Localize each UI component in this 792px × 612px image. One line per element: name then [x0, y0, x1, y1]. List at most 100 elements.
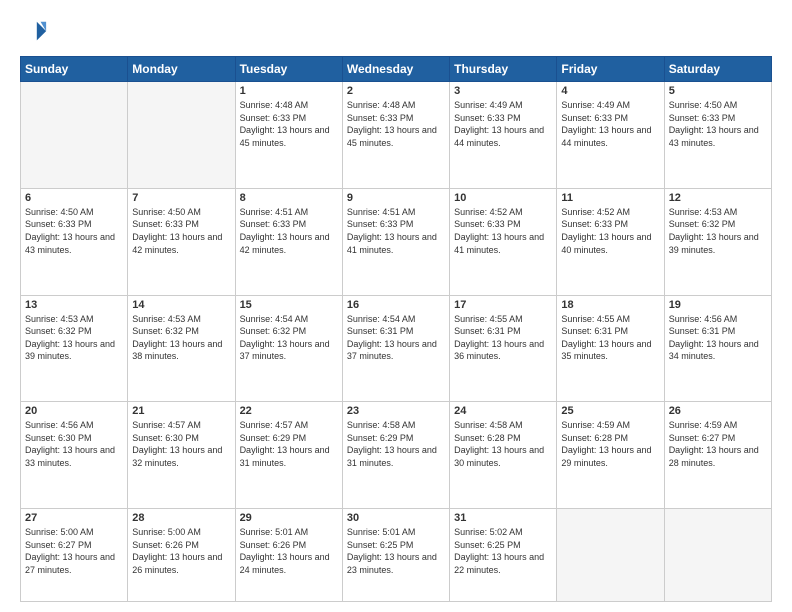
- calendar-cell: 26Sunrise: 4:59 AM Sunset: 6:27 PM Dayli…: [664, 402, 771, 509]
- day-number: 14: [132, 299, 230, 311]
- cell-sun-info: Sunrise: 4:52 AM Sunset: 6:33 PM Dayligh…: [454, 206, 552, 256]
- cell-sun-info: Sunrise: 4:49 AM Sunset: 6:33 PM Dayligh…: [454, 99, 552, 149]
- day-number: 25: [561, 405, 659, 417]
- logo: [20, 18, 52, 46]
- day-number: 13: [25, 299, 123, 311]
- calendar-cell: [21, 82, 128, 189]
- cell-sun-info: Sunrise: 4:49 AM Sunset: 6:33 PM Dayligh…: [561, 99, 659, 149]
- day-number: 19: [669, 299, 767, 311]
- calendar-cell: 20Sunrise: 4:56 AM Sunset: 6:30 PM Dayli…: [21, 402, 128, 509]
- calendar-table: SundayMondayTuesdayWednesdayThursdayFrid…: [20, 56, 772, 602]
- cell-sun-info: Sunrise: 4:55 AM Sunset: 6:31 PM Dayligh…: [454, 313, 552, 363]
- calendar-cell: 15 Sunrise: 4:54 AM Sunset: 6:32 PM Dayli…: [235, 295, 342, 402]
- cell-sun-info: Sunrise: 4:58 AM Sunset: 6:29 PM Dayligh…: [347, 419, 445, 469]
- day-number: 30: [347, 512, 445, 524]
- calendar-cell: 23 Sunrise: 4:58 AM Sunset: 6:29 PM Dayli…: [342, 402, 449, 509]
- day-number: 31: [454, 512, 552, 524]
- calendar-cell: 5 Sunrise: 4:50 AM Sunset: 6:33 PM Daylig…: [664, 82, 771, 189]
- calendar-cell: 28 Sunrise: 5:00 AM Sunset: 6:26 PM Dayli…: [128, 509, 235, 602]
- calendar-cell: 9 Sunrise: 4:51 AM Sunset: 6:33 PM Daylig…: [342, 188, 449, 295]
- cell-sun-info: Sunrise: 4:50 AM Sunset: 6:33 PM Dayligh…: [25, 206, 123, 256]
- cell-sun-info: Sunrise: 4:48 AM Sunset: 6:33 PM Dayligh…: [240, 99, 338, 149]
- calendar-cell: 17 Sunrise: 4:55 AM Sunset: 6:31 PM Dayli…: [450, 295, 557, 402]
- day-number: 12: [669, 192, 767, 204]
- day-number: 6: [25, 192, 123, 204]
- cell-sun-info: Sunrise: 4:53 AM Sunset: 6:32 PM Dayligh…: [669, 206, 767, 256]
- weekday-header-thursday: Thursday: [450, 57, 557, 82]
- calendar-cell: 12 Sunrise: 4:53 AM Sunset: 6:32 PM Dayli…: [664, 188, 771, 295]
- day-number: 3: [454, 85, 552, 97]
- cell-sun-info: Sunrise: 4:51 AM Sunset: 6:33 PM Dayligh…: [240, 206, 338, 256]
- cell-sun-info: Sunrise: 4:51 AM Sunset: 6:33 PM Dayligh…: [347, 206, 445, 256]
- calendar-cell: 25 Sunrise: 4:59 AM Sunset: 6:28 PM Dayli…: [557, 402, 664, 509]
- logo-icon: [20, 18, 48, 46]
- day-number: 18: [561, 299, 659, 311]
- week-row-5: 27 Sunrise: 5:00 AM Sunset: 6:27 PM Dayli…: [21, 509, 772, 602]
- cell-sun-info: Sunrise: 4:57 AM Sunset: 6:29 PM Dayligh…: [240, 419, 338, 469]
- cell-sun-info: Sunrise: 4:54 AM Sunset: 6:32 PM Dayligh…: [240, 313, 338, 363]
- day-number: 27: [25, 512, 123, 524]
- week-row-2: 6 Sunrise: 4:50 AM Sunset: 6:33 PM Daylig…: [21, 188, 772, 295]
- day-number: 23: [347, 405, 445, 417]
- week-row-1: 1 Sunrise: 4:48 AM Sunset: 6:33 PM Daylig…: [21, 82, 772, 189]
- page: SundayMondayTuesdayWednesdayThursdayFrid…: [0, 0, 792, 612]
- calendar-cell: 16 Sunrise: 4:54 AM Sunset: 6:31 PM Dayli…: [342, 295, 449, 402]
- day-number: 17: [454, 299, 552, 311]
- day-number: 11: [561, 192, 659, 204]
- calendar-cell: [128, 82, 235, 189]
- weekday-header-friday: Friday: [557, 57, 664, 82]
- cell-sun-info: Sunrise: 4:59 AM Sunset: 6:28 PM Dayligh…: [561, 419, 659, 469]
- weekday-header-wednesday: Wednesday: [342, 57, 449, 82]
- cell-sun-info: Sunrise: 4:58 AM Sunset: 6:28 PM Dayligh…: [454, 419, 552, 469]
- day-number: 29: [240, 512, 338, 524]
- cell-sun-info: Sunrise: 4:55 AM Sunset: 6:31 PM Dayligh…: [561, 313, 659, 363]
- calendar-cell: 3 Sunrise: 4:49 AM Sunset: 6:33 PM Daylig…: [450, 82, 557, 189]
- calendar-cell: 14Sunrise: 4:53 AM Sunset: 6:32 PM Dayli…: [128, 295, 235, 402]
- weekday-header-monday: Monday: [128, 57, 235, 82]
- day-number: 16: [347, 299, 445, 311]
- week-row-3: 13 Sunrise: 4:53 AM Sunset: 6:32 PM Dayli…: [21, 295, 772, 402]
- day-number: 1: [240, 85, 338, 97]
- weekday-header-tuesday: Tuesday: [235, 57, 342, 82]
- calendar-cell: [557, 509, 664, 602]
- calendar-cell: 13 Sunrise: 4:53 AM Sunset: 6:32 PM Dayli…: [21, 295, 128, 402]
- calendar-cell: 31 Sunrise: 5:02 AM Sunset: 6:25 PM Dayli…: [450, 509, 557, 602]
- header: [20, 18, 772, 46]
- calendar-cell: 22Sunrise: 4:57 AM Sunset: 6:29 PM Dayli…: [235, 402, 342, 509]
- cell-sun-info: Sunrise: 5:01 AM Sunset: 6:26 PM Dayligh…: [240, 526, 338, 576]
- day-number: 28: [132, 512, 230, 524]
- cell-sun-info: Sunrise: 5:00 AM Sunset: 6:27 PM Dayligh…: [25, 526, 123, 576]
- calendar-cell: 24 Sunrise: 4:58 AM Sunset: 6:28 PM Dayli…: [450, 402, 557, 509]
- cell-sun-info: Sunrise: 4:54 AM Sunset: 6:31 PM Dayligh…: [347, 313, 445, 363]
- day-number: 15: [240, 299, 338, 311]
- day-number: 8: [240, 192, 338, 204]
- day-number: 9: [347, 192, 445, 204]
- calendar-cell: 29 Sunrise: 5:01 AM Sunset: 6:26 PM Dayli…: [235, 509, 342, 602]
- cell-sun-info: Sunrise: 5:00 AM Sunset: 6:26 PM Dayligh…: [132, 526, 230, 576]
- cell-sun-info: Sunrise: 4:50 AM Sunset: 6:33 PM Dayligh…: [132, 206, 230, 256]
- cell-sun-info: Sunrise: 4:59 AM Sunset: 6:27 PM Dayligh…: [669, 419, 767, 469]
- calendar-cell: [664, 509, 771, 602]
- day-number: 20: [25, 405, 123, 417]
- cell-sun-info: Sunrise: 4:52 AM Sunset: 6:33 PM Dayligh…: [561, 206, 659, 256]
- cell-sun-info: Sunrise: 4:56 AM Sunset: 6:31 PM Dayligh…: [669, 313, 767, 363]
- calendar-cell: 8 Sunrise: 4:51 AM Sunset: 6:33 PM Daylig…: [235, 188, 342, 295]
- calendar-cell: 30 Sunrise: 5:01 AM Sunset: 6:25 PM Dayli…: [342, 509, 449, 602]
- weekday-header-row: SundayMondayTuesdayWednesdayThursdayFrid…: [21, 57, 772, 82]
- calendar-cell: 2Sunrise: 4:48 AM Sunset: 6:33 PM Daylig…: [342, 82, 449, 189]
- day-number: 21: [132, 405, 230, 417]
- day-number: 24: [454, 405, 552, 417]
- day-number: 5: [669, 85, 767, 97]
- cell-sun-info: Sunrise: 4:50 AM Sunset: 6:33 PM Dayligh…: [669, 99, 767, 149]
- weekday-header-sunday: Sunday: [21, 57, 128, 82]
- calendar-cell: 27 Sunrise: 5:00 AM Sunset: 6:27 PM Dayli…: [21, 509, 128, 602]
- cell-sun-info: Sunrise: 4:53 AM Sunset: 6:32 PM Dayligh…: [25, 313, 123, 363]
- cell-sun-info: Sunrise: 5:02 AM Sunset: 6:25 PM Dayligh…: [454, 526, 552, 576]
- day-number: 7: [132, 192, 230, 204]
- calendar-cell: 4 Sunrise: 4:49 AM Sunset: 6:33 PM Daylig…: [557, 82, 664, 189]
- calendar-cell: 21Sunrise: 4:57 AM Sunset: 6:30 PM Dayli…: [128, 402, 235, 509]
- day-number: 4: [561, 85, 659, 97]
- cell-sun-info: Sunrise: 5:01 AM Sunset: 6:25 PM Dayligh…: [347, 526, 445, 576]
- calendar-cell: 6 Sunrise: 4:50 AM Sunset: 6:33 PM Daylig…: [21, 188, 128, 295]
- calendar-cell: 19 Sunrise: 4:56 AM Sunset: 6:31 PM Dayli…: [664, 295, 771, 402]
